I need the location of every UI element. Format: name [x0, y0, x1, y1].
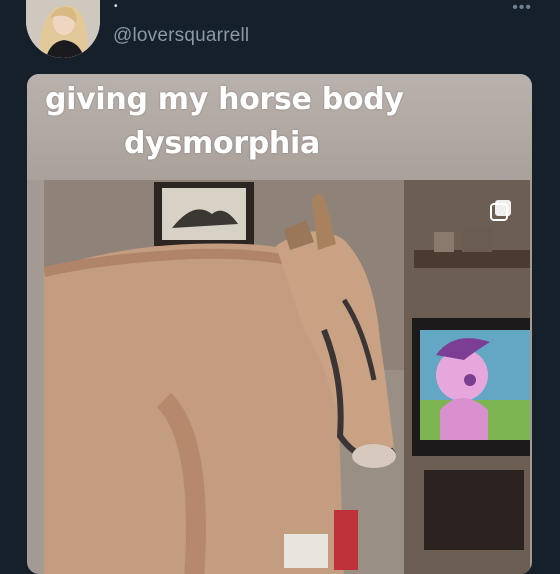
meme-caption-line-1: giving my horse body — [45, 82, 404, 117]
avatar[interactable] — [26, 0, 100, 58]
horse-photo — [44, 180, 530, 574]
media-card[interactable]: giving my horse body dysmorphia — [27, 74, 532, 574]
meme-caption: giving my horse body dysmorphia — [27, 78, 532, 166]
tv-screen — [412, 318, 530, 456]
user-handle[interactable]: @loversquarrell — [113, 25, 249, 47]
multiple-images-icon — [490, 200, 511, 221]
meme-caption-area: giving my horse body dysmorphia — [27, 74, 532, 180]
meme-caption-line-2: dysmorphia — [124, 126, 320, 161]
wall-picture-frame — [154, 182, 254, 246]
ellipsis-icon[interactable]: ••• — [512, 0, 532, 16]
tweet-header: • @loversquarrell ••• — [0, 0, 560, 72]
verified-dot: • — [114, 1, 118, 12]
